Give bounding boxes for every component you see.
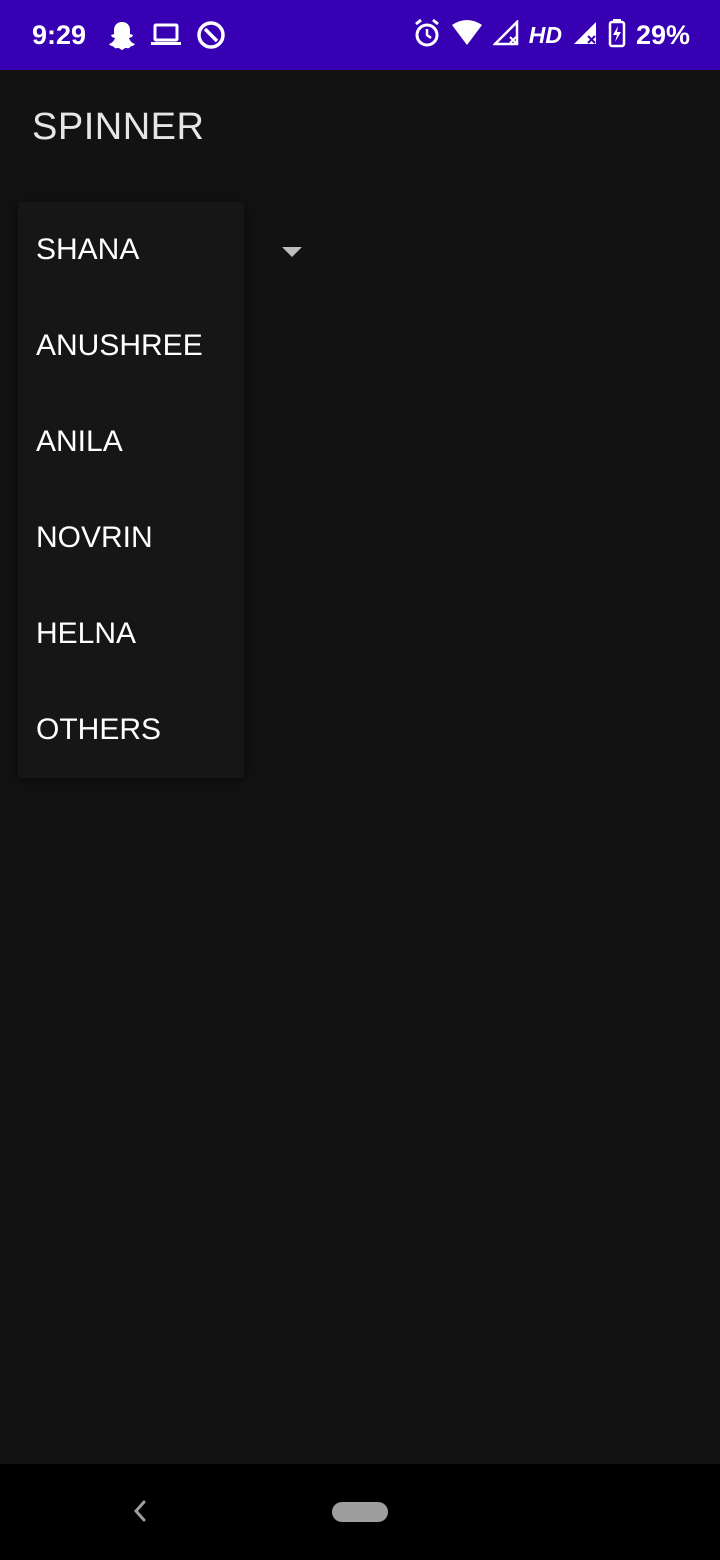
dropdown-item-shana[interactable]: SHANA	[18, 202, 244, 298]
svg-text:4: 4	[471, 34, 477, 46]
status-bar: 9:29 4 HD 29%	[0, 0, 720, 70]
status-time: 9:29	[32, 20, 87, 50]
network-type-label: HD	[528, 22, 562, 48]
wifi-icon: 4	[451, 19, 483, 52]
signal-icon	[491, 18, 519, 51]
spinner-dropdown-list: SHANA ANUSHREE ANILA NOVRIN HELNA OTHERS	[18, 202, 244, 778]
alarm-icon	[413, 18, 441, 53]
signal-icon	[572, 20, 598, 51]
battery-charging-icon	[608, 18, 626, 53]
dropdown-item-anushree[interactable]: ANUSHREE	[18, 298, 244, 394]
dropdown-item-novrin[interactable]: NOVRIN	[18, 490, 244, 586]
status-left-icons	[108, 20, 226, 55]
battery-percentage: 29%	[635, 20, 690, 50]
dropdown-item-anila[interactable]: ANILA	[18, 394, 244, 490]
home-pill-icon[interactable]	[332, 1502, 388, 1522]
dropdown-item-helna[interactable]: HELNA	[18, 586, 244, 682]
snapchat-icon	[108, 20, 136, 55]
status-right-icons: 4 HD 29%	[413, 18, 690, 53]
data-saver-icon	[196, 20, 226, 55]
back-icon[interactable]	[128, 1494, 152, 1528]
dropdown-item-others[interactable]: OTHERS	[18, 682, 244, 778]
laptop-icon	[150, 22, 182, 53]
spinner-dropdown-arrow-icon[interactable]	[282, 247, 302, 257]
app-title: SPINNER	[32, 106, 205, 148]
